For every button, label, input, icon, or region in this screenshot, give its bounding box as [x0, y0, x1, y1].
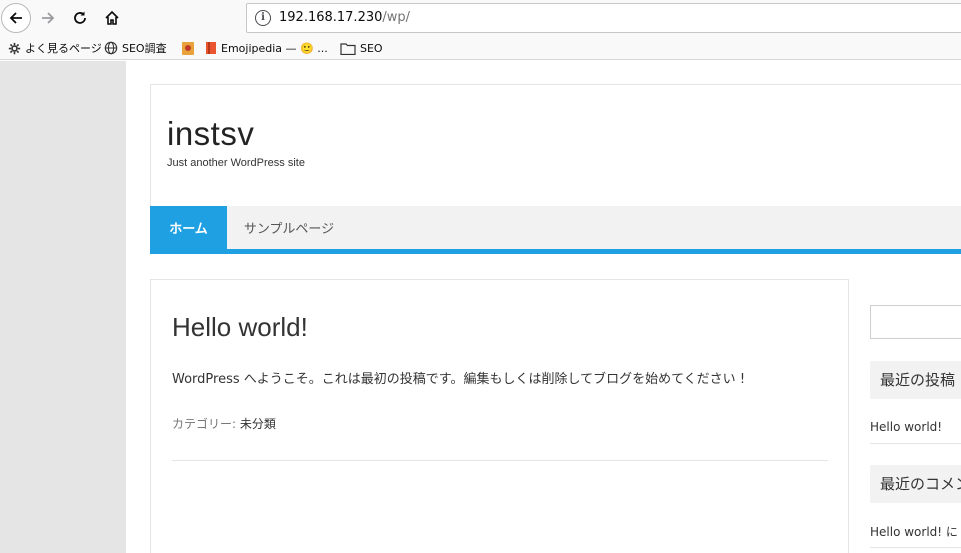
reload-icon: [74, 11, 86, 24]
url-text[interactable]: 192.168.17.230/wp/: [279, 10, 410, 25]
site-header: instsv Just another WordPress site: [150, 84, 961, 206]
recent-posts-title: 最近の投稿: [870, 361, 961, 399]
sidebar: 最近の投稿 Hello world! 最近のコメント Hello world! …: [849, 279, 961, 553]
recent-comment-link[interactable]: Hello world! に WordPress コメントの投稿者 より: [870, 523, 961, 540]
info-icon[interactable]: i: [255, 10, 271, 26]
back-button[interactable]: [1, 3, 31, 33]
reload-button[interactable]: [66, 4, 94, 32]
bookmark-favicon-icon: [182, 41, 194, 55]
forward-button[interactable]: [34, 4, 62, 32]
post-title[interactable]: Hello world!: [172, 312, 308, 343]
post-divider: [172, 460, 828, 461]
bookmark-seo-research[interactable]: SEO調査: [104, 39, 167, 57]
address-bar[interactable]: i 192.168.17.230/wp/: [246, 3, 961, 33]
widget-divider: [870, 443, 961, 444]
main-navigation: ホーム サンプルページ: [150, 206, 961, 254]
bookmarks-bar: よく見るページ SEO調査 Emojipedia — 🙂 ... SEO: [0, 36, 961, 60]
category-label: カテゴリー:: [172, 417, 237, 431]
search-input[interactable]: [870, 305, 961, 339]
arrow-right-icon: [42, 12, 55, 24]
widget-divider: [870, 547, 961, 548]
post-article: Hello world! WordPress へようこそ。これは最初の投稿です。…: [150, 279, 849, 553]
home-icon: [105, 10, 119, 25]
site-tagline: Just another WordPress site: [167, 157, 305, 169]
gear-icon: [8, 42, 21, 54]
bookmark-favicon[interactable]: [181, 39, 199, 57]
arrow-left-icon: [9, 12, 22, 24]
bookmark-seo-folder[interactable]: SEO: [340, 39, 383, 57]
page-gutter: [0, 61, 126, 553]
globe-icon: [104, 41, 118, 55]
nav-item-home[interactable]: ホーム: [150, 206, 227, 249]
browser-toolbar: i 192.168.17.230/wp/: [0, 0, 961, 36]
bookmark-frequent[interactable]: よく見るページ: [8, 39, 102, 57]
post-meta: カテゴリー: 未分類: [172, 415, 276, 432]
nav-item-sample-page[interactable]: サンプルページ: [227, 206, 351, 249]
category-link[interactable]: 未分類: [240, 417, 276, 431]
home-button[interactable]: [98, 4, 126, 32]
emojipedia-favicon-icon: [206, 42, 216, 54]
recent-comments-title: 最近のコメント: [870, 465, 961, 503]
folder-icon: [340, 42, 356, 55]
site-title[interactable]: instsv: [167, 115, 254, 153]
post-body: WordPress へようこそ。これは最初の投稿です。編集もしくは削除してブログ…: [172, 372, 746, 387]
bookmark-emojipedia[interactable]: Emojipedia — 🙂 ...: [205, 39, 328, 57]
recent-post-link[interactable]: Hello world!: [870, 420, 942, 434]
